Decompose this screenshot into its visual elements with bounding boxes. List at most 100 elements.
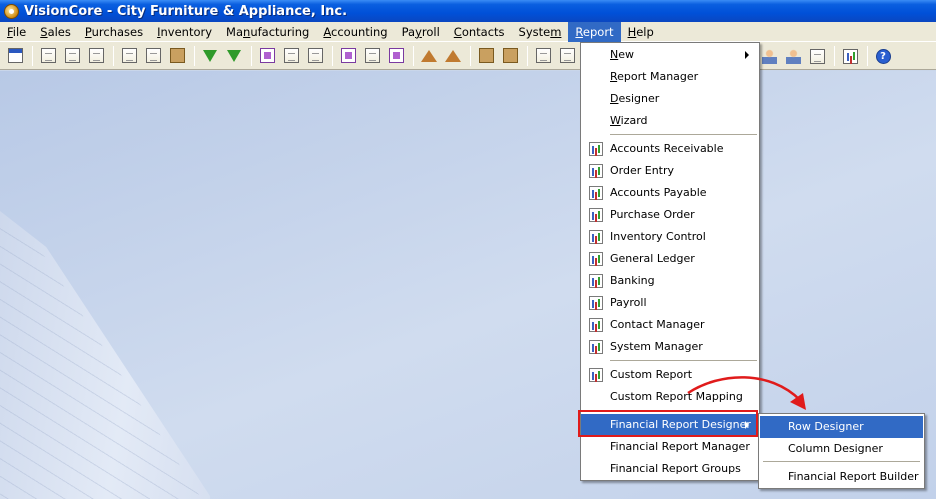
report-menu-accounts-payable[interactable]: Accounts Payable [581, 182, 759, 204]
po-icon [307, 48, 323, 63]
search-doc-icon [64, 48, 80, 63]
submenu-column-designer[interactable]: Column Designer [760, 438, 923, 460]
report-chart-icon [589, 318, 603, 332]
report-menu-report-manager[interactable]: Report Manager [581, 66, 759, 88]
purchase-button[interactable] [280, 45, 302, 67]
info-doc-button[interactable] [118, 45, 140, 67]
toolbar-separator [867, 46, 868, 66]
report-chart-icon [589, 252, 603, 266]
submenu-financial-report-builder[interactable]: Financial Report Builder [760, 466, 923, 488]
flag-button[interactable] [85, 45, 107, 67]
person2-button[interactable] [782, 45, 804, 67]
building-icon [559, 48, 575, 63]
date-doc-button[interactable] [806, 45, 828, 67]
toolbar-separator [32, 45, 33, 66]
toolbar-separator [834, 46, 835, 66]
download-alt-button[interactable] [223, 45, 245, 67]
submenu-arrow-icon [745, 51, 749, 59]
building-button[interactable] [556, 45, 578, 67]
report-menu-purchase-order[interactable]: Purchase Order [581, 204, 759, 226]
menu-manufacturing[interactable]: Manufacturing [219, 22, 316, 42]
menu-contacts[interactable]: Contacts [447, 22, 512, 42]
b-doc-icon [340, 48, 356, 63]
window-title: VisionCore - City Furniture & Appliance,… [24, 3, 348, 19]
report-menu-designer[interactable]: Designer [581, 88, 759, 110]
report-doc-button[interactable] [361, 45, 383, 67]
chart-icon [842, 48, 858, 64]
post-button[interactable] [166, 45, 188, 67]
menu-separator [610, 134, 757, 135]
report-chart-icon [589, 368, 603, 382]
po-button[interactable] [304, 45, 326, 67]
submenu-row-designer[interactable]: Row Designer [760, 416, 923, 438]
toolbar-separator [113, 45, 114, 66]
report-chart-icon [589, 296, 603, 310]
search-doc-button[interactable] [61, 45, 83, 67]
note-icon [40, 48, 56, 63]
toolbar: ? [0, 42, 936, 70]
bill-button[interactable] [256, 45, 278, 67]
truck-icon [502, 48, 518, 63]
menu-system[interactable]: System [512, 22, 569, 42]
purchase-icon [283, 48, 299, 63]
menu-file[interactable]: File [0, 22, 33, 42]
report-menu-wizard[interactable]: Wizard [581, 110, 759, 132]
report-chart-icon [589, 142, 603, 156]
green-arrow-icon [227, 49, 241, 62]
app-logo-icon[interactable] [4, 3, 19, 19]
menu-inventory[interactable]: Inventory [150, 22, 219, 42]
report-menu-financial-report-groups[interactable]: Financial Report Groups [581, 458, 759, 480]
report-menu-custom-report-mapping[interactable]: Custom Report Mapping [581, 386, 759, 408]
report-menu-accounts-receivable[interactable]: Accounts Receivable [581, 138, 759, 160]
b-doc-button[interactable] [337, 45, 359, 67]
bill-icon [259, 48, 275, 63]
report-menu-general-ledger[interactable]: General Ledger [581, 248, 759, 270]
flag-icon [88, 48, 104, 63]
menu-purchases[interactable]: Purchases [78, 22, 150, 42]
report-chart-icon [589, 274, 603, 288]
financial-report-designer-submenu: Row Designer Column Designer Financial R… [758, 413, 925, 489]
report-menu-financial-report-manager[interactable]: Financial Report Manager [581, 436, 759, 458]
box-button[interactable] [475, 45, 497, 67]
order-doc-button[interactable] [142, 45, 164, 67]
note-button[interactable] [37, 45, 59, 67]
calendar-button[interactable] [4, 45, 26, 67]
menu-bar: File Sales Purchases Inventory Manufactu… [0, 21, 936, 42]
help-button[interactable]: ? [872, 45, 894, 67]
report-chart-icon [589, 186, 603, 200]
toolbar-separator [413, 45, 414, 66]
truck-button[interactable] [499, 45, 521, 67]
menu-payroll[interactable]: Payroll [395, 22, 447, 42]
report-menu-system-manager[interactable]: System Manager [581, 336, 759, 358]
house-up-icon [445, 49, 461, 62]
report-menu-order-entry[interactable]: Order Entry [581, 160, 759, 182]
chart-button[interactable] [839, 45, 861, 67]
report-chart-icon [589, 164, 603, 178]
report-menu-new[interactable]: New [581, 44, 759, 66]
house-up-button[interactable] [442, 45, 464, 67]
annotation-highlight-box [578, 410, 758, 437]
download-button[interactable] [199, 45, 221, 67]
toolbar-right-group: ? [758, 45, 896, 67]
report-menu-payroll[interactable]: Payroll [581, 292, 759, 314]
menu-sales[interactable]: Sales [33, 22, 78, 42]
po-doc-button[interactable] [385, 45, 407, 67]
tag-button[interactable] [532, 45, 554, 67]
report-menu-banking[interactable]: Banking [581, 270, 759, 292]
calendar-icon [7, 48, 23, 63]
report-menu-inventory-control[interactable]: Inventory Control [581, 226, 759, 248]
menu-accounting[interactable]: Accounting [316, 22, 394, 42]
date-doc-icon [809, 48, 825, 64]
report-menu-custom-report[interactable]: Custom Report [581, 364, 759, 386]
toolbar-separator [194, 45, 195, 66]
info-doc-icon [121, 48, 137, 63]
report-menu-contact-manager[interactable]: Contact Manager [581, 314, 759, 336]
po-doc-icon [388, 48, 404, 63]
house-button[interactable] [418, 45, 440, 67]
toolbar-separator [332, 45, 333, 66]
person2-icon [785, 48, 801, 64]
green-arrow-icon [203, 49, 217, 62]
menu-report[interactable]: Report [568, 21, 621, 42]
person-button[interactable] [758, 45, 780, 67]
menu-help[interactable]: Help [621, 22, 661, 42]
